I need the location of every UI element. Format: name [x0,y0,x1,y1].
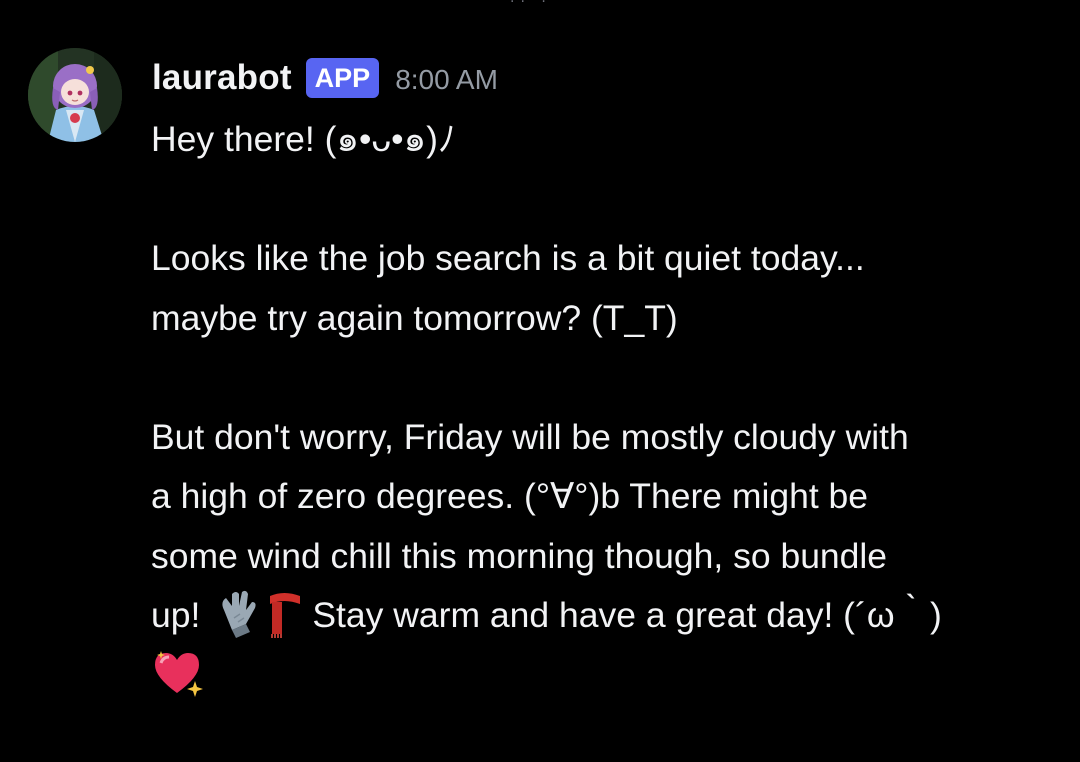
message-line [151,646,1061,706]
message-line: Looks like the job search is a bit quiet… [151,238,865,278]
gloves-emoji-icon [218,588,262,640]
message-line: Hey there! (๑•ᴗ•๑)ﾉ [151,119,456,159]
message-line: up! Stay warm and have a great day! (´ω｀… [151,586,1061,646]
message-line: But don't worry, Friday will be mostly c… [151,416,909,457]
avatar[interactable] [28,48,122,142]
sparkling-heart-emoji-icon [151,647,207,699]
message-header: laurabot APP 8:00 AM [152,54,498,102]
chat-message: laurabot APP 8:00 AM Hey there! (๑•ᴗ•๑)ﾉ… [0,0,1080,762]
message-line: maybe try again tomorrow? (T_T) [151,297,678,338]
scarf-emoji-icon [262,588,306,640]
message-text: up! [151,595,201,635]
message-text: Stay warm and have a great day! (´ω｀) [312,595,942,635]
app-badge: APP [305,58,380,98]
message-line: some wind chill this morning though, so … [151,535,888,576]
username[interactable]: laurabot [152,58,292,98]
message-line: a high of zero degrees. (°∀°)b There mig… [151,476,869,516]
message-content: Hey there! (๑•ᴗ•๑)ﾉ Looks like the job s… [151,110,1061,705]
anime-character-avatar-icon [28,48,122,142]
timestamp[interactable]: 8:00 AM [395,60,498,96]
